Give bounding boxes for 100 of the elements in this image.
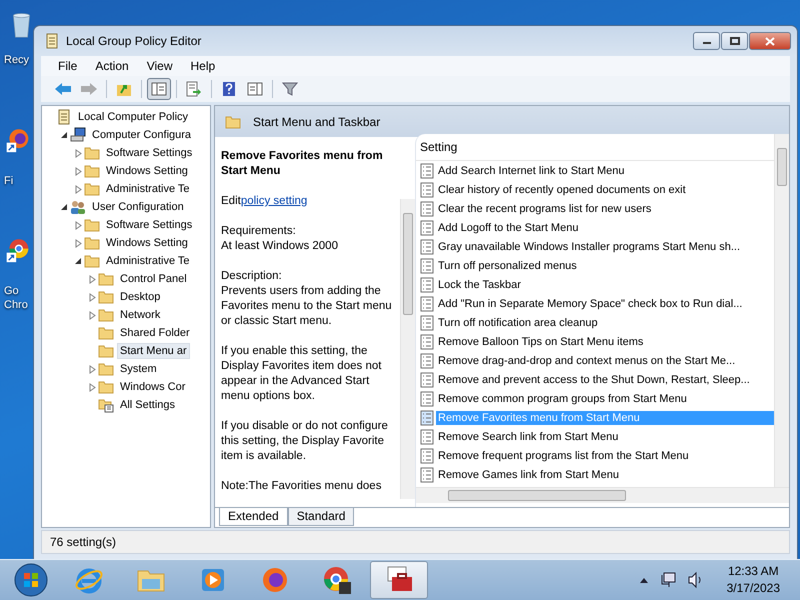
menu-item[interactable]: File xyxy=(49,59,86,73)
close-button[interactable] xyxy=(749,32,791,50)
description-text: Requirements: xyxy=(221,224,297,239)
policy-document-icon xyxy=(420,276,434,292)
expand-arrow-icon[interactable] xyxy=(74,166,82,176)
collapse-arrow-icon[interactable] xyxy=(60,131,68,139)
policy-document-icon xyxy=(420,296,434,312)
tree-item[interactable]: Control Panel xyxy=(118,272,189,286)
policy-document-icon xyxy=(420,352,434,368)
menu-item[interactable]: View xyxy=(138,59,182,73)
tree-item[interactable]: Administrative Te xyxy=(104,182,192,196)
desktop-icon-label[interactable]: Chro xyxy=(4,298,28,312)
help-icon xyxy=(221,81,237,97)
policy-document-icon xyxy=(420,390,434,406)
filter-icon xyxy=(282,81,298,97)
expand-arrow-icon[interactable] xyxy=(74,238,82,248)
minimize-button[interactable] xyxy=(693,32,720,50)
column-header[interactable]: Setting xyxy=(416,134,774,161)
tree-item[interactable]: All Settings xyxy=(118,398,178,412)
setting-item[interactable]: Remove Balloon Tips on Start Menu items xyxy=(436,334,774,348)
tree-item[interactable]: Desktop xyxy=(118,290,162,304)
policy-document-icon xyxy=(420,162,434,178)
setting-item[interactable]: Turn off personalized menus xyxy=(436,258,774,272)
tree-item[interactable]: Shared Folder xyxy=(118,326,192,340)
policy-document-icon xyxy=(420,200,434,216)
collapse-arrow-icon[interactable] xyxy=(60,203,68,211)
tree-item[interactable]: Computer Configura xyxy=(90,128,194,142)
export-list-icon xyxy=(186,81,202,97)
close-icon xyxy=(765,36,775,46)
vertical-scrollbar[interactable] xyxy=(400,199,415,499)
tree-item[interactable]: Administrative Te xyxy=(104,254,192,268)
setting-item[interactable]: Turn off notification area cleanup xyxy=(436,316,774,330)
desktop-icon-label[interactable]: Fi xyxy=(4,174,14,188)
tree-item[interactable]: Software Settings xyxy=(104,218,194,232)
policy-document-icon xyxy=(420,238,434,254)
tree-item[interactable]: Windows Setting xyxy=(104,236,190,250)
maximize-button[interactable] xyxy=(721,32,748,50)
setting-item[interactable]: Clear the recent programs list for new users xyxy=(436,202,774,216)
desktop-icon-label[interactable]: Recy xyxy=(4,53,30,67)
network-icon[interactable] xyxy=(658,571,677,589)
folder-icon xyxy=(84,145,100,161)
setting-item[interactable]: Add Search Internet link to Start Menu xyxy=(436,164,774,178)
expand-arrow-icon[interactable] xyxy=(88,310,96,320)
tree-item[interactable]: Windows Setting xyxy=(104,164,190,178)
description-text: Description: xyxy=(221,269,283,284)
pane-layout-icon xyxy=(151,81,167,97)
setting-item[interactable]: Remove and prevent access to the Shut Down, Restart, Sleep... xyxy=(436,372,774,386)
tree-item[interactable]: Network xyxy=(118,308,162,322)
desktop-icon-label[interactable]: Go xyxy=(4,284,19,298)
setting-item[interactable]: Add "Run in Separate Memory Space" check box to Run dial... xyxy=(436,296,774,310)
setting-item[interactable]: Remove drag-and-drop and context menus on the Start Me... xyxy=(436,354,774,368)
setting-item[interactable]: Remove common program groups from Start Menu xyxy=(436,392,774,406)
clock[interactable]: 12:33 AM 3/17/2023 xyxy=(726,563,780,597)
tree-item[interactable]: Software Settings xyxy=(104,146,194,160)
folder-icon xyxy=(98,271,114,287)
scroll-icon xyxy=(56,109,72,125)
folder-icon xyxy=(98,289,114,305)
setting-item[interactable]: Remove Search link from Start Menu xyxy=(436,430,774,444)
expand-arrow-icon[interactable] xyxy=(74,184,82,194)
policy-document-icon xyxy=(420,258,434,274)
policy-setting-link[interactable]: policy setting xyxy=(240,195,308,207)
windows-orb-icon xyxy=(14,563,48,597)
setting-item[interactable]: Gray unavailable Windows Installer programs Start Menu sh... xyxy=(436,240,774,254)
expand-arrow-icon[interactable] xyxy=(74,148,82,158)
tree-item[interactable]: Windows Cor xyxy=(118,380,188,394)
view-tab[interactable]: Extended xyxy=(219,508,288,526)
setting-item[interactable]: Add Logoff to the Start Menu xyxy=(436,220,774,234)
policy-document-icon xyxy=(420,182,434,198)
view-tab[interactable]: Standard xyxy=(288,508,354,526)
folder-icon xyxy=(98,343,114,359)
expand-arrow-icon[interactable] xyxy=(88,364,96,374)
setting-item[interactable]: Remove Games link from Start Menu xyxy=(436,468,774,482)
vertical-scrollbar[interactable] xyxy=(774,134,789,487)
policy-document-icon xyxy=(420,428,434,444)
expand-arrow-icon[interactable] xyxy=(74,220,82,230)
show-hidden-icons-icon[interactable] xyxy=(638,576,649,584)
menu-item[interactable]: Help xyxy=(182,59,224,73)
setting-item[interactable]: Clear history of recently opened documents on exit xyxy=(436,182,774,196)
folder-icon xyxy=(98,325,114,341)
expand-arrow-icon[interactable] xyxy=(88,292,96,302)
edit-label: Edit xyxy=(221,195,241,207)
policy-title: Remove Favorites menu from Start Menu xyxy=(221,149,384,179)
policy-document-icon xyxy=(420,448,434,464)
maximize-icon xyxy=(730,37,740,45)
setting-item[interactable]: Lock the Taskbar xyxy=(436,278,774,292)
toolbox-taskbar-button[interactable] xyxy=(370,561,428,599)
folder-icon xyxy=(84,217,100,233)
menu-item[interactable]: Action xyxy=(86,59,138,73)
firefox-icon xyxy=(260,565,290,595)
tree-item[interactable]: System xyxy=(118,362,159,376)
tree-button[interactable] xyxy=(147,78,171,100)
tree-item[interactable]: User Configuration xyxy=(90,200,186,214)
horizontal-scrollbar[interactable] xyxy=(416,487,789,503)
tree-item[interactable]: Local Computer Policy xyxy=(76,110,190,124)
tree-item[interactable]: Start Menu ar xyxy=(118,344,189,358)
setting-item[interactable]: Remove frequent programs list from the Start Menu xyxy=(436,448,774,462)
forward-arrow-icon xyxy=(80,81,98,97)
expand-arrow-icon[interactable] xyxy=(88,274,96,284)
collapse-arrow-icon[interactable] xyxy=(74,257,82,265)
expand-arrow-icon[interactable] xyxy=(88,382,96,392)
